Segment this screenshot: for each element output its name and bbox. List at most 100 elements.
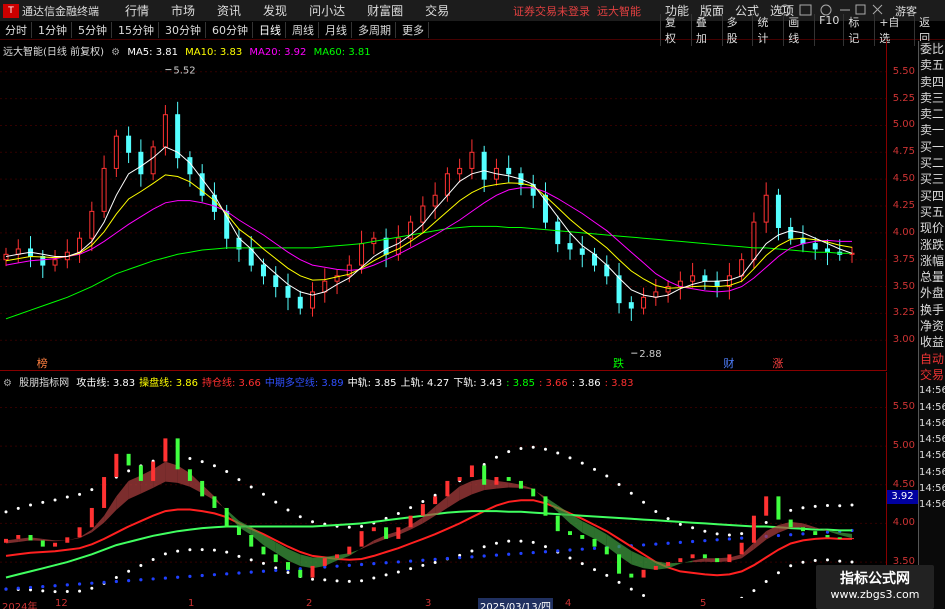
indicator-bar [384, 527, 389, 539]
indicator-bar [53, 542, 58, 547]
period-tab[interactable]: 1分钟 [34, 22, 72, 38]
long-term-dot [482, 554, 486, 558]
candle-body [138, 151, 144, 175]
indicator-bar [494, 477, 499, 485]
indicator-bar [482, 465, 487, 485]
kline-chart[interactable]: 5.52 2.88 榜 跌 财 涨 [0, 41, 886, 371]
long-term-dot [396, 560, 400, 564]
side-tab[interactable]: 总量 [919, 269, 945, 285]
side-tab[interactable]: 净资 [919, 318, 945, 334]
period-tab[interactable]: 30分钟 [161, 22, 206, 38]
side-tab[interactable]: 收益 [919, 334, 945, 350]
lower-band-dot [543, 545, 547, 549]
long-term-dot [384, 561, 388, 565]
upper-band-dot [29, 503, 33, 507]
indicator-chart[interactable] [0, 372, 886, 609]
side-tab[interactable]: 涨跌 [919, 237, 945, 253]
lower-band-dot [531, 540, 535, 544]
indicator-bar [653, 565, 658, 570]
menu-market[interactable]: 市场 [171, 2, 195, 19]
high-price-label: 5.52 [173, 66, 195, 77]
side-tab[interactable]: 买一 [919, 139, 945, 155]
long-term-dot [801, 532, 805, 536]
period-tab[interactable]: 60分钟 [208, 22, 253, 38]
candle-body [187, 157, 193, 175]
current-value-tag: 3.92 [887, 490, 918, 504]
kline-panel[interactable]: 5.52 2.88 榜 跌 财 涨 远大智能(日线 前复权) ⚙ MA5: 3.81 MA… [0, 41, 886, 371]
candle-body [15, 248, 21, 255]
menu-news[interactable]: 资讯 [217, 2, 241, 19]
side-time: 14:56 [919, 417, 945, 429]
date-label: 12 [55, 598, 68, 609]
indicator-bar [322, 558, 327, 566]
period-tab-daily[interactable]: 日线 [255, 22, 286, 38]
side-tab[interactable]: 卖三 [919, 90, 945, 106]
indicator-tick: 4.00 [892, 517, 915, 529]
long-term-dot [580, 547, 584, 551]
side-tab[interactable]: 卖五 [919, 57, 945, 73]
long-term-dot [4, 587, 8, 591]
indicator-bar [286, 562, 290, 570]
period-tab[interactable]: 多周期 [354, 22, 396, 38]
lower-band-dot [188, 548, 192, 552]
menu-trade[interactable]: 交易 [425, 2, 449, 19]
side-tab[interactable]: 卖二 [919, 106, 945, 122]
menu-quotes[interactable]: 行情 [125, 2, 149, 19]
side-tab[interactable]: 卖四 [919, 74, 945, 90]
date-label: 5 [700, 598, 707, 609]
side-tab[interactable]: 交易 [919, 367, 945, 383]
upper-band-dot [188, 457, 192, 461]
event-marker: 跌 [613, 356, 624, 370]
indicator-bar [236, 527, 241, 536]
watermark-url: www.zbgs3.com [830, 588, 920, 601]
side-time: 14:56 [919, 466, 945, 478]
candle-body [260, 264, 266, 277]
side-tab[interactable]: 涨幅 [919, 253, 945, 269]
period-tab-more[interactable]: 更多 [398, 22, 429, 38]
indicator-bar [408, 515, 413, 528]
upper-band-dot [433, 493, 437, 497]
period-tab[interactable]: 5分钟 [74, 22, 112, 38]
side-tab[interactable]: 买二 [919, 155, 945, 171]
period-tab[interactable]: 分时 [1, 22, 32, 38]
side-tab[interactable]: 买四 [919, 188, 945, 204]
indicator-bar [261, 546, 266, 555]
login-warning[interactable]: 证券交易未登录 远大智能 [513, 3, 641, 19]
side-tab[interactable]: 委比 [919, 41, 945, 57]
side-tab[interactable]: 自动 [919, 351, 945, 367]
side-tab[interactable]: 卖一 [919, 122, 945, 138]
candle-body [101, 167, 107, 212]
side-tab[interactable]: 外盘 [919, 285, 945, 301]
gear-icon[interactable]: ⚙ [3, 378, 12, 389]
indicator-bar [187, 469, 192, 481]
side-time: 14:56 [919, 483, 945, 495]
menu-ask[interactable]: 问小达 [309, 2, 345, 19]
indicator-bar [629, 573, 634, 578]
upper-band-dot [200, 460, 204, 464]
long-term-dot [249, 570, 253, 574]
long-term-dot [691, 539, 695, 544]
period-tab[interactable]: 周线 [288, 22, 319, 38]
gear-icon[interactable]: ⚙ [111, 47, 120, 58]
long-term-dot [409, 559, 413, 563]
indicator-value-4: 中轨: 3.85 [347, 378, 397, 389]
lower-band-dot [605, 573, 609, 577]
side-tab[interactable]: 买三 [919, 171, 945, 187]
upper-band-dot [593, 467, 597, 471]
candle-body [444, 173, 450, 196]
side-tab[interactable]: 买五 [919, 204, 945, 220]
candle-body [628, 302, 634, 309]
price-axis: 5.50 5.25 5.00 4.75 4.50 4.25 4.00 3.75 3.50 3.25… [886, 41, 918, 371]
indicator-bar [114, 453, 119, 478]
candle-body [297, 296, 303, 309]
indicator-bar [175, 438, 180, 470]
menu-wealth[interactable]: 财富圈 [367, 2, 403, 19]
period-tab[interactable]: 月线 [321, 22, 352, 38]
side-time: 14:56 [919, 401, 945, 413]
indicator-panel[interactable]: ⚙ 股朋指标网 攻击线: 3.83 操盘线: 3.86 持仓线: 3.66 中期多空线… [0, 372, 886, 609]
menu-discover[interactable]: 发现 [263, 2, 287, 19]
side-tab[interactable]: 换手 [919, 302, 945, 318]
period-tab[interactable]: 15分钟 [114, 22, 159, 38]
side-tab[interactable]: 现价 [919, 220, 945, 236]
indicator-tick: 5.50 [892, 401, 915, 413]
